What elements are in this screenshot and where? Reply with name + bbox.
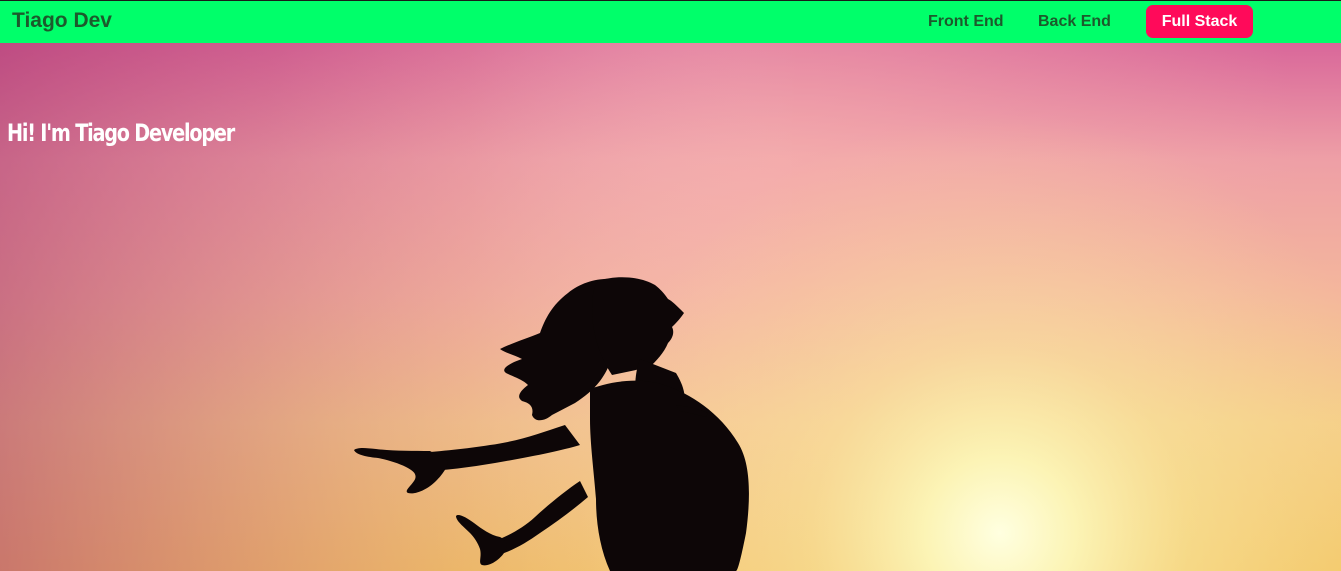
brand-logo-link[interactable]: Tiago Dev <box>12 9 112 33</box>
nav-button-full-stack[interactable]: Full Stack <box>1146 5 1253 38</box>
hero-section: Hi! I'm Tiago Developer <box>0 43 1341 571</box>
page: Tiago Dev Front End Back End Full Stack <box>0 0 1341 571</box>
nav-link-back-end[interactable]: Back End <box>1038 13 1111 31</box>
hero-heading: Hi! I'm Tiago Developer <box>7 119 235 147</box>
nav-link-front-end[interactable]: Front End <box>928 13 1004 31</box>
top-navbar: Tiago Dev Front End Back End Full Stack <box>0 0 1341 43</box>
